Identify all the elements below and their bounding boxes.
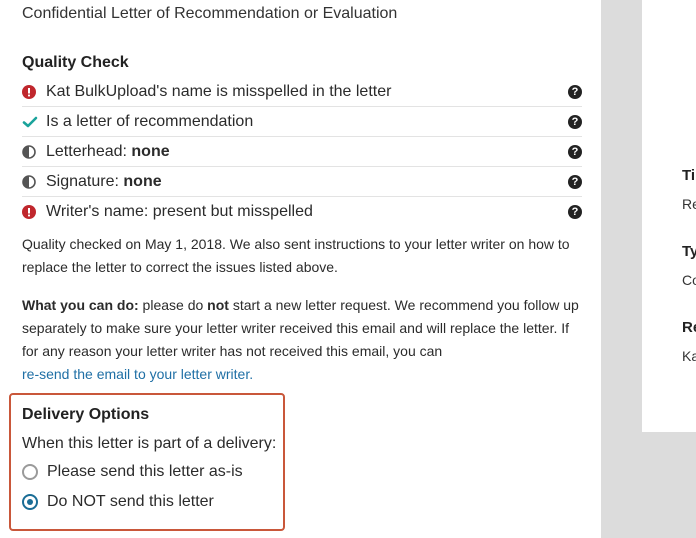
error-icon [22,204,46,219]
qc-item-letterhead: Letterhead: none ? [22,137,582,167]
qc-item-label: Is a letter of recommendation [46,112,254,130]
help-icon[interactable]: ? [568,205,582,219]
qc-item-label: Kat BulkUpload's name is misspelled in t… [46,82,392,100]
qc-item-value: none [123,172,162,190]
help-icon[interactable]: ? [568,175,582,189]
half-circle-icon [22,174,46,189]
help-icon[interactable]: ? [568,85,582,99]
quality-checked-text: Quality checked on May 1, 2018. We also … [22,236,570,275]
half-circle-icon [22,144,46,159]
qc-item-writer-name: Writer's name: present but misspelled ? [22,197,582,226]
error-icon [22,84,46,99]
delivery-options-prompt: When this letter is part of a delivery: [22,435,277,452]
radio-selected-icon[interactable] [22,494,38,510]
letter-info-card: Ti Re Ty Co Re Ka [642,0,696,432]
qc-item-is-recommendation: Is a letter of recommendation ? [22,107,582,137]
info-field-value: Co [682,272,696,288]
qc-item-label: Letterhead: none [46,142,170,160]
document-title: Confidential Letter of Recommendation or… [22,5,398,22]
what-you-can-do-lead: What you can do: [22,297,139,313]
qc-item-value: none [131,142,170,160]
info-field-value: Re [682,196,696,212]
info-field-label: Ti [682,167,696,184]
info-field-value: Ka [682,348,696,364]
quality-check-heading: Quality Check [22,54,129,71]
qc-item-signature: Signature: none ? [22,167,582,197]
resend-email-link[interactable]: re-send the email to your letter writer. [22,366,253,382]
what-you-can-do-text: What you can do: please do not start a n… [22,297,579,382]
letter-detail-panel: Confidential Letter of Recommendation or… [0,0,601,538]
help-icon[interactable]: ? [568,115,582,129]
quality-check-list: Kat BulkUpload's name is misspelled in t… [22,77,582,226]
info-field-label: Re [682,319,696,336]
radio-do-not-send[interactable]: Do NOT send this letter [22,493,214,511]
qc-item-label: Writer's name: present but misspelled [46,202,313,220]
radio-unselected-icon[interactable] [22,464,38,480]
qc-item-name-misspelled: Kat BulkUpload's name is misspelled in t… [22,77,582,107]
radio-send-as-is[interactable]: Please send this letter as-is [22,463,243,481]
radio-label[interactable]: Please send this letter as-is [47,463,243,481]
checkmark-icon [22,115,46,129]
help-icon[interactable]: ? [568,145,582,159]
delivery-options-heading: Delivery Options [22,406,150,423]
qc-item-label: Signature: none [46,172,162,190]
radio-label[interactable]: Do NOT send this letter [47,493,214,511]
info-field-label: Ty [682,243,696,260]
